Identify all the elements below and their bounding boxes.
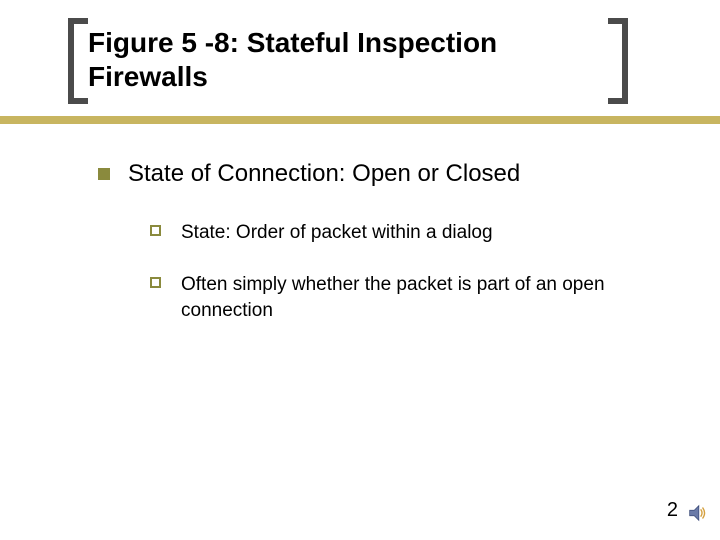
bracket-decor xyxy=(68,18,74,104)
bullet-level1: State of Connection: Open or Closed xyxy=(98,160,658,188)
hollow-square-bullet-icon xyxy=(150,277,161,288)
bullet-level2: State: Order of packet within a dialog xyxy=(150,220,650,246)
title-frame: Figure 5 -8: Stateful Inspection Firewal… xyxy=(68,18,628,104)
sound-icon[interactable] xyxy=(686,502,708,524)
bracket-decor xyxy=(608,98,628,104)
page-number: 2 xyxy=(667,499,678,522)
square-bullet-icon xyxy=(98,168,110,180)
accent-bar xyxy=(0,116,720,124)
level2-text: Often simply whether the packet is part … xyxy=(181,272,650,323)
bullet-level2: Often simply whether the packet is part … xyxy=(150,272,650,323)
level1-text: State of Connection: Open or Closed xyxy=(128,160,520,188)
level2-text: State: Order of packet within a dialog xyxy=(181,220,493,246)
bracket-decor xyxy=(68,98,88,104)
bracket-decor xyxy=(622,18,628,104)
hollow-square-bullet-icon xyxy=(150,225,161,236)
slide-title: Figure 5 -8: Stateful Inspection Firewal… xyxy=(88,26,608,93)
